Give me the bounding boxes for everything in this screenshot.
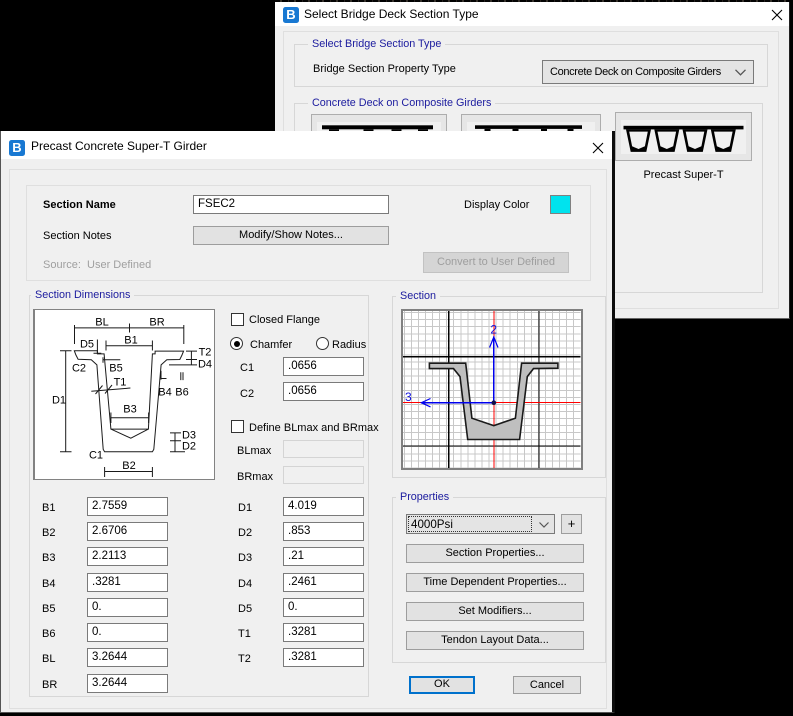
svg-text:D5: D5	[80, 339, 94, 351]
svg-text:T1: T1	[114, 377, 127, 389]
svg-text:B3: B3	[123, 404, 136, 416]
svg-text:B2: B2	[122, 460, 135, 472]
svg-text:T2: T2	[199, 347, 212, 359]
svg-text:C1: C1	[89, 450, 103, 462]
svg-text:D2: D2	[182, 441, 196, 453]
svg-text:D1: D1	[52, 395, 66, 407]
svg-text:B5: B5	[109, 363, 122, 375]
svg-text:3: 3	[405, 390, 412, 404]
svg-text:B4: B4	[158, 387, 171, 399]
svg-text:B6: B6	[175, 387, 188, 399]
svg-text:BR: BR	[149, 317, 164, 329]
svg-text:D4: D4	[198, 359, 212, 371]
svg-text:2: 2	[490, 323, 497, 337]
svg-text:B1: B1	[124, 335, 137, 347]
svg-text:BL: BL	[95, 317, 108, 329]
svg-text:C2: C2	[72, 363, 86, 375]
